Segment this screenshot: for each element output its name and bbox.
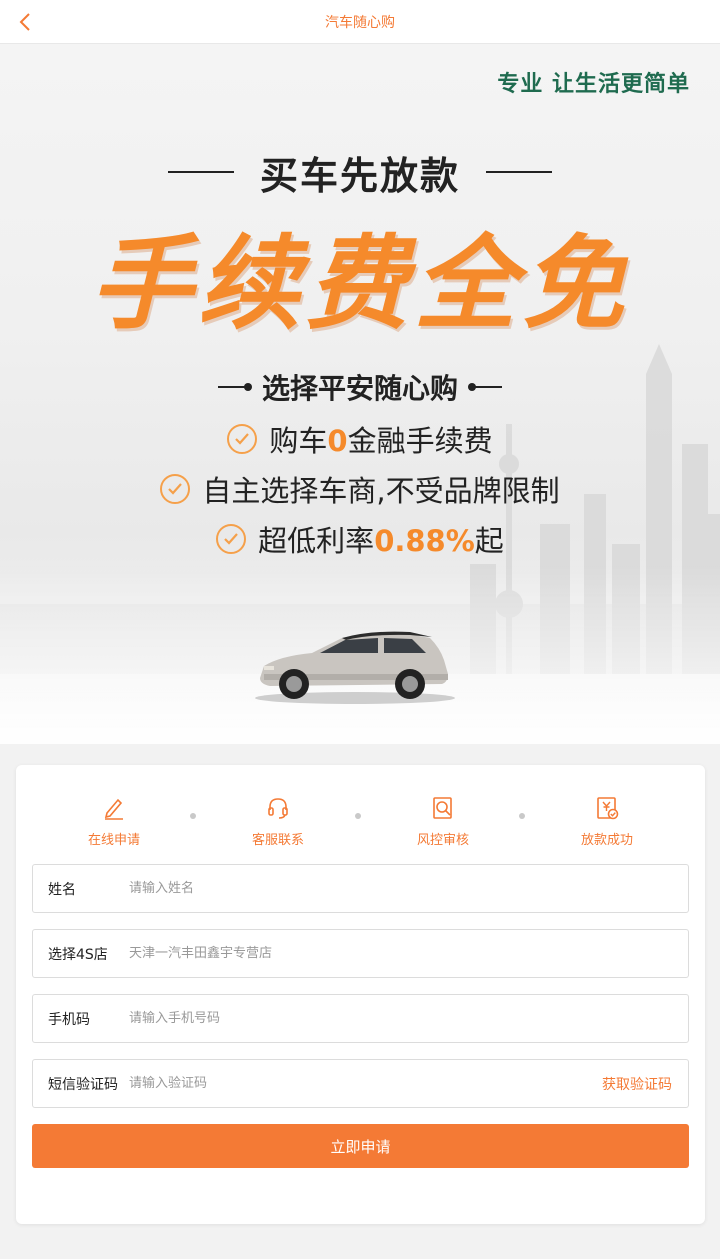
hero-headline: 买车先放款	[259, 153, 460, 198]
submit-button[interactable]: 立即申请	[32, 1124, 689, 1168]
step-online-apply: 在线申请	[64, 795, 164, 848]
step-loan-success: 放款成功	[557, 795, 657, 848]
check-circle-icon	[160, 474, 191, 504]
step-label: 风控审核	[416, 833, 469, 848]
chevron-left-icon	[19, 13, 30, 31]
feature-item: 自主选择车商,不受品牌限制	[0, 466, 720, 512]
nav-bar: 汽车随心购	[0, 0, 720, 44]
phone-input[interactable]	[129, 995, 688, 1042]
feature-item: 购车0金融手续费	[0, 416, 720, 462]
feature-item: 超低利率0.88%起	[0, 516, 720, 562]
check-circle-icon	[227, 424, 258, 454]
headset-icon	[268, 798, 288, 819]
feature-text: 自主选择车商,不受品牌限制	[202, 474, 560, 508]
name-label: 姓名	[48, 881, 76, 898]
page-title: 汽车随心购	[325, 14, 395, 31]
pencil-icon	[104, 798, 123, 820]
step-risk-review: 风控审核	[393, 795, 493, 848]
store-select[interactable]	[129, 930, 688, 977]
store-label: 选择4S店	[48, 946, 108, 963]
hero-subheadline-row: 选择平安随心购	[0, 364, 720, 410]
hero-big-title: 手续费全免	[90, 225, 630, 344]
divider-line	[486, 171, 552, 173]
name-field: 姓名	[32, 864, 689, 913]
hero-subheadline: 选择平安随心购	[261, 372, 458, 405]
step-label: 在线申请	[87, 833, 140, 848]
get-code-button[interactable]: 获取验证码	[602, 1074, 672, 1094]
store-field[interactable]: 选择4S店	[32, 929, 689, 978]
back-button[interactable]	[14, 10, 36, 34]
step-label: 放款成功	[580, 833, 633, 848]
phone-label: 手机码	[48, 1011, 90, 1028]
divider-line	[167, 171, 234, 173]
sms-code-field: 短信验证码 获取验证码	[32, 1059, 689, 1108]
phone-field: 手机码	[32, 994, 689, 1043]
step-dot	[519, 813, 525, 819]
step-dot	[190, 813, 196, 819]
application-form-card: 在线申请 客服联系 风控审核 放款成功 姓名 请输入姓名 选择4S店 天津一汽丰…	[16, 765, 705, 1224]
feature-text: 超低利率0.88%起	[258, 524, 504, 558]
feature-text: 购车0金融手续费	[269, 424, 493, 458]
hero-headline-row: 买车先放款	[0, 142, 720, 202]
process-steps: 在线申请 客服联系 风控审核 放款成功	[16, 795, 705, 855]
step-label: 客服联系	[251, 833, 304, 848]
divider-line	[217, 383, 252, 391]
sms-code-label: 短信验证码	[48, 1076, 118, 1093]
hero-slogan: 专业 让生活更简单	[497, 72, 690, 97]
loan-success-icon	[597, 797, 619, 820]
hero-banner: 专业 让生活更简单 买车先放款 手续费全免 选择平安随心购 购车0金融手续费 自…	[0, 44, 720, 744]
step-customer-service: 客服联系	[228, 795, 328, 848]
check-circle-icon	[216, 524, 247, 554]
step-dot	[355, 813, 361, 819]
divider-line	[468, 383, 502, 391]
name-input[interactable]	[129, 865, 688, 912]
car-image	[255, 631, 455, 704]
audit-icon	[433, 797, 452, 819]
